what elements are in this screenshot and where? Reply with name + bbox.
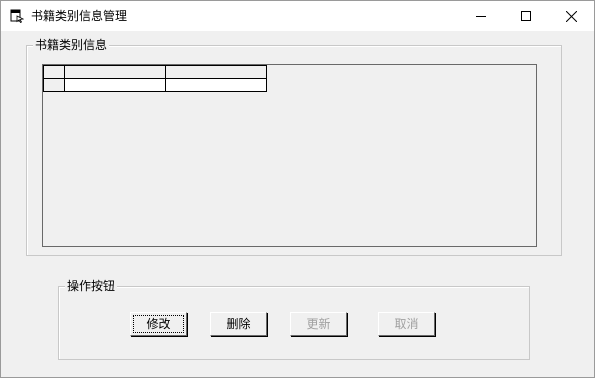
main-window: 书籍类别信息管理 书籍类别信息 操作按钮 修改 删除 更新 取消 — [0, 0, 595, 378]
close-icon — [565, 10, 577, 22]
form-icon — [10, 9, 25, 24]
title-bar[interactable]: 书籍类别信息管理 — [1, 1, 594, 31]
table-cell[interactable] — [165, 78, 267, 92]
maximize-icon — [521, 11, 531, 21]
cancel-button[interactable]: 取消 — [378, 312, 435, 336]
category-data-grid[interactable] — [42, 64, 537, 247]
category-table[interactable] — [43, 65, 267, 92]
row-header[interactable] — [43, 78, 65, 92]
minimize-button[interactable] — [458, 1, 504, 31]
book-category-info-legend: 书籍类别信息 — [33, 37, 110, 53]
table-row[interactable] — [43, 78, 267, 92]
delete-button[interactable]: 删除 — [210, 312, 267, 336]
minimize-icon — [476, 16, 486, 17]
column-header[interactable] — [165, 65, 267, 79]
operation-buttons-legend: 操作按钮 — [65, 278, 118, 294]
column-header[interactable] — [64, 65, 166, 79]
table-cell[interactable] — [64, 78, 166, 92]
close-button[interactable] — [548, 1, 594, 31]
window-title: 书籍类别信息管理 — [31, 9, 128, 23]
maximize-button[interactable] — [503, 1, 549, 31]
modify-button[interactable]: 修改 — [130, 312, 187, 336]
corner-cell[interactable] — [43, 65, 65, 79]
update-button[interactable]: 更新 — [290, 312, 347, 336]
table-header-row — [43, 65, 267, 79]
